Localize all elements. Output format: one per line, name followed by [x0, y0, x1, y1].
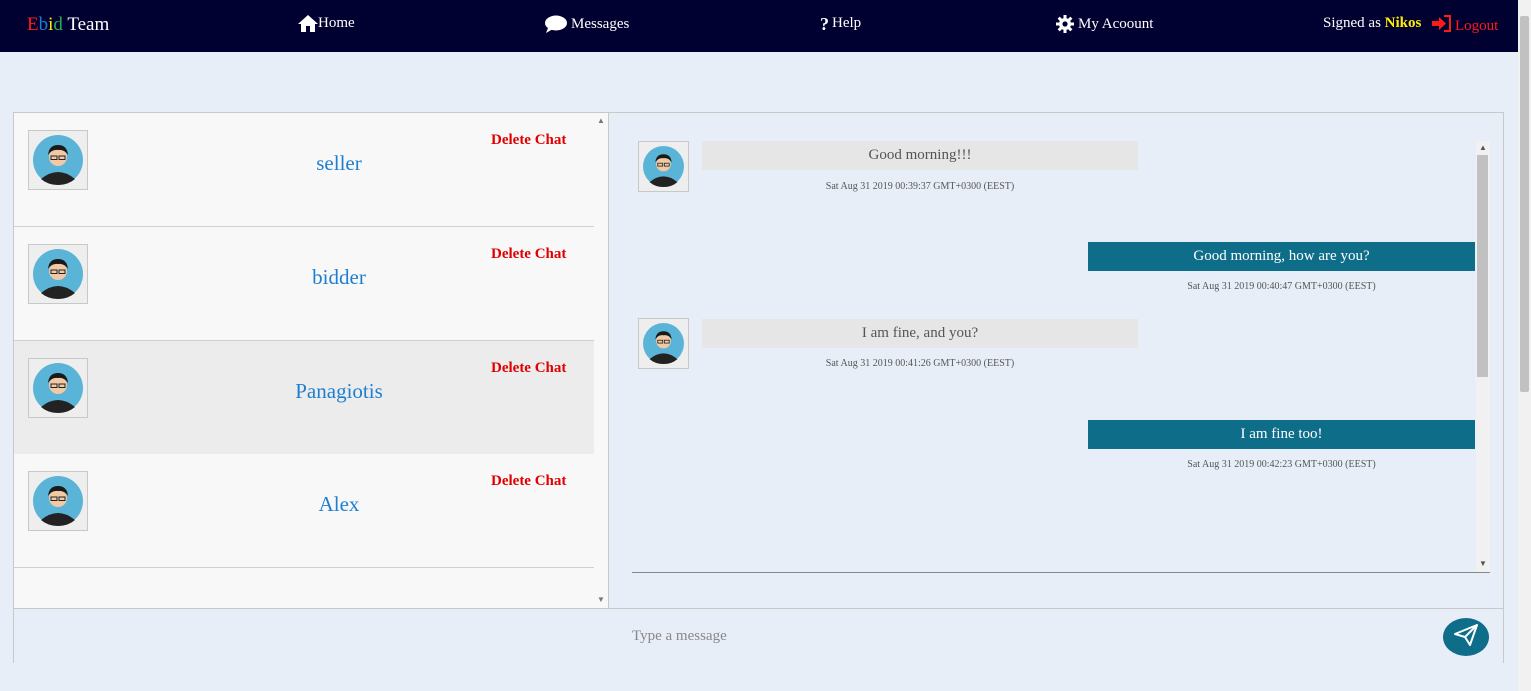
signed-as-label: Signed as [1323, 15, 1381, 31]
nav-account-label: My Acoount [1078, 15, 1154, 32]
brand-letter-d: d [53, 14, 63, 35]
chat-name[interactable]: Alex [239, 492, 439, 517]
chat-item[interactable]: seller Delete Chat [14, 113, 594, 227]
message-timestamp: Sat Aug 31 2019 00:41:26 GMT+0300 (EEST) [825, 358, 1015, 369]
chat-item-active[interactable]: Panagiotis Delete Chat [14, 341, 594, 455]
chat-name[interactable]: bidder [239, 265, 439, 290]
message-timestamp: Sat Aug 31 2019 00:40:47 GMT+0300 (EEST) [1187, 281, 1376, 292]
message-timestamp: Sat Aug 31 2019 00:42:23 GMT+0300 (EEST) [1187, 459, 1376, 470]
scroll-up-arrow-icon[interactable]: ▲ [597, 116, 605, 125]
nav-help-label: Help [832, 15, 862, 31]
message-input[interactable] [630, 623, 1234, 649]
nav-messages-label: Messages [571, 15, 630, 32]
user-avatar-icon [28, 244, 88, 304]
delete-chat-button[interactable]: Delete Chat [491, 246, 566, 263]
conversation-view: Good morning!!! Sat Aug 31 2019 00:39:37… [632, 141, 1490, 572]
signed-in-status: Signed as Nikos [1323, 15, 1421, 32]
scroll-down-arrow-icon[interactable]: ▼ [597, 595, 605, 604]
brand-letter-b: b [38, 14, 49, 35]
brand-letter-e: E [27, 14, 39, 35]
username: Nikos [1384, 15, 1422, 31]
nav-messages[interactable]: Messages [545, 15, 629, 33]
incoming-message: Good morning!!! [702, 141, 1138, 170]
chat-list-scrollbar[interactable]: ▲ ▼ [594, 113, 608, 608]
user-avatar-icon [638, 141, 689, 192]
brand-team: Team [67, 14, 110, 35]
chat-item[interactable]: Alex Delete Chat [14, 454, 594, 568]
incoming-message: I am fine, and you? [702, 319, 1138, 348]
logout-button[interactable]: Logout [1432, 15, 1498, 37]
panel-divider [608, 113, 609, 608]
top-navbar: Ebid Team Home Messages ? Help My Acooun… [0, 0, 1518, 52]
chat-name[interactable]: Panagiotis [239, 379, 439, 404]
outgoing-message: Good morning, how are you? [1088, 242, 1475, 271]
conversation-scrollbar-thumb[interactable] [1477, 155, 1488, 377]
scroll-up-arrow-icon[interactable]: ▲ [1479, 143, 1487, 152]
question-icon: ? [820, 13, 829, 34]
user-avatar-icon [28, 471, 88, 531]
brand-logo[interactable]: Ebid Team [27, 14, 109, 36]
user-avatar-icon [28, 358, 88, 418]
paper-plane-icon [1453, 623, 1479, 652]
delete-chat-button[interactable]: Delete Chat [491, 132, 566, 149]
send-button[interactable] [1443, 618, 1489, 656]
conversation-scrollbar[interactable]: ▲ ▼ [1476, 141, 1490, 572]
home-icon [298, 15, 318, 32]
outgoing-message: I am fine too! [1088, 420, 1475, 449]
nav-home[interactable]: Home [298, 15, 355, 32]
nav-account[interactable]: My Acoount [1056, 15, 1153, 33]
chat-name[interactable]: seller [239, 151, 439, 176]
message-timestamp: Sat Aug 31 2019 00:39:37 GMT+0300 (EEST) [825, 181, 1015, 192]
chat-item[interactable]: bidder Delete Chat [14, 227, 594, 341]
user-avatar-icon [638, 318, 689, 369]
user-avatar-icon [28, 130, 88, 190]
chat-list: seller Delete Chat bidder Delete Chat Pa… [14, 113, 594, 608]
sign-out-icon [1432, 15, 1452, 37]
comment-icon [545, 15, 567, 33]
scroll-down-arrow-icon[interactable]: ▼ [1479, 559, 1487, 568]
nav-help[interactable]: ? Help [820, 13, 862, 34]
delete-chat-button[interactable]: Delete Chat [491, 473, 566, 490]
nav-home-label: Home [318, 15, 355, 31]
message-composer [14, 608, 1503, 663]
page-scrollbar-thumb[interactable] [1520, 16, 1529, 392]
delete-chat-button[interactable]: Delete Chat [491, 360, 566, 377]
gear-icon [1056, 15, 1074, 33]
conversation-bottom-border [632, 572, 1490, 573]
page-scrollbar[interactable] [1518, 0, 1531, 691]
logout-label: Logout [1455, 17, 1499, 34]
chat-panel: seller Delete Chat bidder Delete Chat Pa… [13, 112, 1504, 663]
